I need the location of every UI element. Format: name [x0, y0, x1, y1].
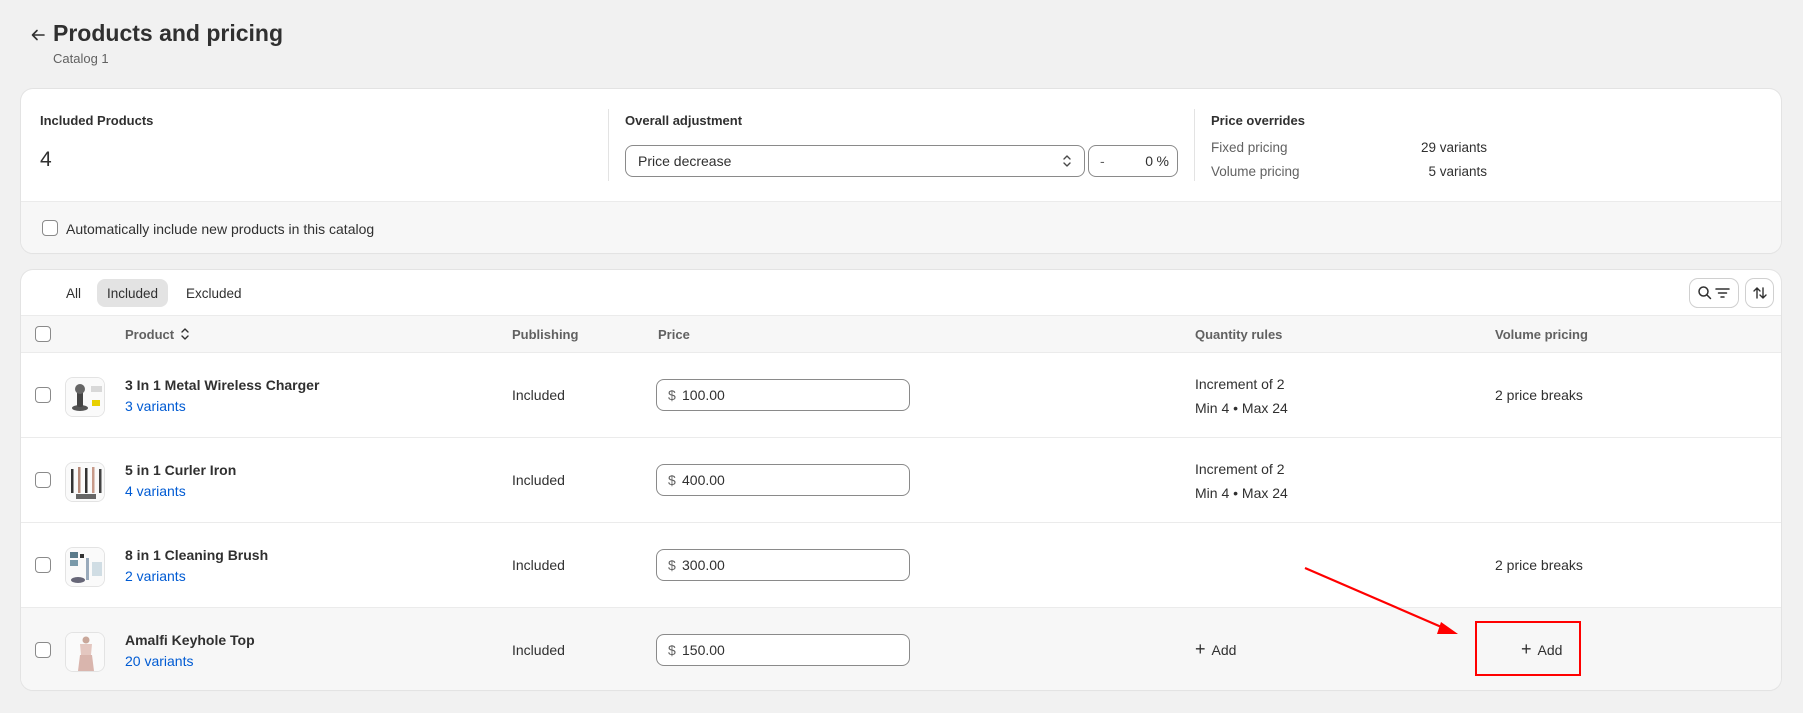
table-row[interactable]: 3 In 1 Metal Wireless Charger 3 variants… — [21, 353, 1781, 438]
currency-symbol: $ — [668, 387, 676, 403]
included-products-title: Included Products — [40, 113, 154, 128]
search-filter-button[interactable] — [1690, 279, 1738, 307]
tab-excluded[interactable]: Excluded — [176, 279, 252, 307]
overall-adjustment-title: Overall adjustment — [625, 113, 743, 128]
plus-icon: + — [1195, 639, 1206, 659]
product-thumbnail — [65, 377, 105, 417]
auto-include-checkbox[interactable] — [42, 220, 58, 236]
publishing-status: Included — [512, 557, 565, 573]
price-value: 300.00 — [682, 557, 725, 573]
variants-link[interactable]: 20 variants — [125, 653, 193, 669]
back-button[interactable] — [24, 21, 52, 49]
add-quantity-rules-button[interactable]: + Add — [1189, 634, 1242, 666]
price-overrides-title: Price overrides — [1211, 113, 1305, 128]
publishing-column-header: Publishing — [512, 327, 579, 342]
product-thumbnail — [65, 547, 105, 587]
price-value: 150.00 — [682, 642, 725, 658]
quantity-rule-min-max: Min 4 • Max 24 — [1195, 400, 1288, 416]
search-filter-icon — [1698, 286, 1730, 300]
price-input[interactable]: $ 150.00 — [656, 634, 910, 666]
sort-toggle-icon — [181, 328, 189, 340]
publishing-status: Included — [512, 642, 565, 658]
table-row[interactable]: 8 in 1 Cleaning Brush 2 variants Include… — [21, 523, 1781, 608]
fixed-pricing-value: 29 variants — [1420, 140, 1487, 155]
adjustment-type-select[interactable]: Price decrease — [625, 145, 1085, 177]
product-name: 8 in 1 Cleaning Brush — [125, 547, 269, 563]
table-header: Product Publishing Price Quantity rules … — [21, 315, 1781, 353]
volume-pricing-value: 5 variants — [1428, 164, 1487, 179]
product-column-header[interactable]: Product — [125, 327, 190, 342]
quantity-rule-min-max: Min 4 • Max 24 — [1195, 485, 1288, 501]
annotation-highlight-box — [1475, 621, 1581, 676]
volume-pricing-column-header: Volume pricing — [1495, 327, 1588, 342]
variants-link[interactable]: 4 variants — [125, 483, 186, 499]
adjustment-type-value: Price decrease — [638, 153, 732, 169]
chevron-up-down-icon — [1063, 155, 1071, 167]
divider — [608, 109, 609, 181]
price-input[interactable]: $ 400.00 — [656, 464, 910, 496]
currency-symbol: $ — [668, 642, 676, 658]
quantity-rule-increment: Increment of 2 — [1195, 376, 1285, 392]
product-header-label: Product — [125, 327, 175, 342]
price-input[interactable]: $ 100.00 — [656, 379, 910, 411]
select-all-checkbox[interactable] — [35, 326, 51, 342]
variants-link[interactable]: 2 variants — [125, 568, 186, 584]
tab-all[interactable]: All — [56, 279, 91, 307]
divider — [1194, 109, 1195, 181]
percent-unit: % — [1156, 153, 1169, 169]
currency-symbol: $ — [668, 557, 676, 573]
arrow-left-icon — [31, 29, 45, 41]
row-checkbox[interactable] — [35, 472, 51, 488]
page-subtitle: Catalog 1 — [53, 51, 109, 66]
product-name: 5 in 1 Curler Iron — [125, 462, 237, 478]
volume-pricing-label: Volume pricing — [1211, 164, 1300, 179]
publishing-status: Included — [512, 472, 565, 488]
sort-button[interactable] — [1746, 279, 1773, 307]
auto-include-section: Automatically include new products in th… — [21, 201, 1781, 253]
adjustment-percent-field[interactable]: - 0 % — [1088, 145, 1178, 177]
adjustment-sign: - — [1100, 153, 1105, 169]
table-row[interactable]: 5 in 1 Curler Iron 4 variants Included $… — [21, 438, 1781, 523]
fixed-pricing-label: Fixed pricing — [1211, 140, 1288, 155]
product-name: Amalfi Keyhole Top — [125, 632, 255, 648]
price-column-header: Price — [658, 327, 690, 342]
publishing-status: Included — [512, 387, 565, 403]
add-label: Add — [1211, 642, 1237, 658]
summary-card: Included Products 4 Overall adjustment P… — [21, 89, 1781, 253]
sort-icon — [1752, 287, 1767, 299]
row-checkbox[interactable] — [35, 557, 51, 573]
quantity-rule-increment: Increment of 2 — [1195, 461, 1285, 477]
quantity-rules-column-header: Quantity rules — [1195, 327, 1283, 342]
variants-link[interactable]: 3 variants — [125, 398, 186, 414]
volume-pricing-value[interactable]: 2 price breaks — [1495, 387, 1583, 403]
tab-included[interactable]: Included — [97, 279, 169, 307]
page-title: Products and pricing — [53, 20, 284, 46]
volume-pricing-value[interactable]: 2 price breaks — [1495, 557, 1583, 573]
price-input[interactable]: $ 300.00 — [656, 549, 910, 581]
price-value: 100.00 — [682, 387, 725, 403]
auto-include-label: Automatically include new products in th… — [66, 221, 375, 237]
summary-top: Included Products 4 Overall adjustment P… — [21, 89, 1781, 201]
product-thumbnail — [65, 462, 105, 502]
row-checkbox[interactable] — [35, 387, 51, 403]
adjustment-percent-value: 0 — [1145, 153, 1153, 169]
currency-symbol: $ — [668, 472, 676, 488]
product-name: 3 In 1 Metal Wireless Charger — [125, 377, 320, 393]
included-products-count: 4 — [40, 148, 52, 171]
row-checkbox[interactable] — [35, 642, 51, 658]
price-value: 400.00 — [682, 472, 725, 488]
product-thumbnail — [65, 632, 105, 672]
